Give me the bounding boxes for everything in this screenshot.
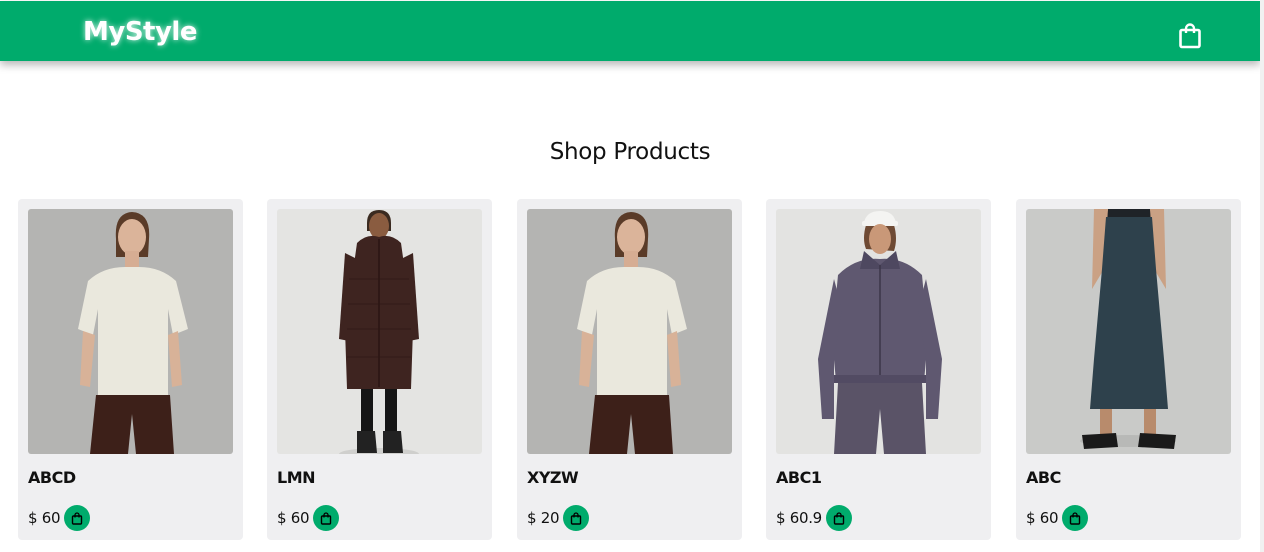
product-image[interactable] xyxy=(277,209,482,454)
price-row: $ 60 xyxy=(1026,505,1089,531)
product-card[interactable]: ABC $ 60 xyxy=(1016,199,1241,540)
shopping-bag-icon xyxy=(833,511,845,525)
product-price: $ 60.9 xyxy=(776,509,822,527)
price-row: $ 20 xyxy=(527,505,590,531)
product-price: $ 60 xyxy=(277,509,310,527)
add-to-cart-button[interactable] xyxy=(825,505,852,531)
price-row: $ 60 xyxy=(28,505,91,531)
section-title: Shop Products xyxy=(549,139,711,165)
product-name[interactable]: ABC1 xyxy=(776,467,822,489)
shopping-bag-icon xyxy=(1179,23,1201,49)
product-name[interactable]: XYZW xyxy=(527,467,579,489)
brand-logo[interactable]: MyStyle xyxy=(83,17,197,47)
product-name[interactable]: ABC xyxy=(1026,467,1061,489)
price-row: $ 60.9 xyxy=(776,505,852,531)
shopping-bag-icon xyxy=(571,511,582,525)
product-image[interactable] xyxy=(1026,209,1231,454)
product-image[interactable] xyxy=(527,209,732,454)
product-card[interactable]: LMN $ 60 xyxy=(267,199,492,540)
top-navbar: MyStyle xyxy=(0,1,1260,61)
product-price: $ 60 xyxy=(28,509,61,527)
shopping-bag-icon xyxy=(1070,511,1081,525)
shopping-bag-icon xyxy=(72,511,83,525)
product-name[interactable]: ABCD xyxy=(28,467,76,489)
price-row: $ 60 xyxy=(277,505,340,531)
product-card[interactable]: ABCD $ 60 xyxy=(18,199,243,540)
product-price: $ 20 xyxy=(527,509,560,527)
add-to-cart-button[interactable] xyxy=(313,505,340,531)
product-card[interactable]: XYZW $ 20 xyxy=(517,199,742,540)
product-price: $ 60 xyxy=(1026,509,1059,527)
add-to-cart-button[interactable] xyxy=(1062,505,1089,531)
scrollbar[interactable] xyxy=(1260,0,1264,552)
shopping-bag-icon xyxy=(321,511,332,525)
product-name[interactable]: LMN xyxy=(277,467,316,489)
add-to-cart-button[interactable] xyxy=(64,505,91,531)
add-to-cart-button[interactable] xyxy=(563,505,590,531)
product-image[interactable] xyxy=(776,209,981,454)
product-card[interactable]: ABC1 $ 60.9 xyxy=(766,199,991,540)
product-image[interactable] xyxy=(28,209,233,454)
cart-button[interactable] xyxy=(1176,21,1204,51)
